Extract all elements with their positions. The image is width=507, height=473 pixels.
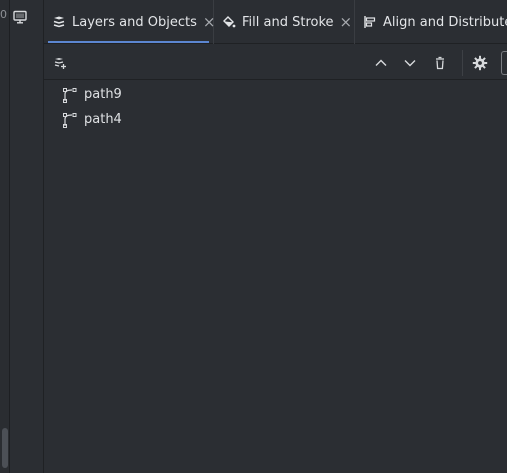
tree-item-label: path4 [84,112,122,127]
dialog-tab-bar: Layers and Objects × Fill and Stroke × A… [44,0,507,44]
tab-label: Layers and Objects [72,14,197,30]
toolbar-separator [462,50,463,76]
tab-align-and-distribute[interactable]: Align and Distribute [355,0,507,44]
panel-edge-glyph: 0 [0,8,7,21]
paint-bucket-icon [222,15,236,29]
tab-fill-and-stroke[interactable]: Fill and Stroke × [214,0,355,44]
dock-column [10,0,44,473]
move-up-icon[interactable] [371,53,391,73]
close-icon[interactable]: × [340,14,353,30]
objects-tree: path9 path4 [44,81,507,473]
delete-icon[interactable] [430,53,450,73]
toolbar-overflow-control[interactable] [501,51,507,75]
settings-icon[interactable] [470,53,490,73]
path-icon [62,87,78,103]
tree-item-path4[interactable]: path4 [44,107,507,132]
scrollbar-thumb[interactable] [2,428,8,468]
objects-toolbar [44,45,507,80]
path-icon [62,112,78,128]
tree-item-path9[interactable]: path9 [44,82,507,107]
monitor-icon[interactable] [12,9,28,29]
layers-icon [52,15,66,29]
align-icon [363,15,377,29]
tab-label: Align and Distribute [383,14,507,30]
add-layer-icon[interactable] [50,53,70,73]
tree-item-label: path9 [84,87,122,102]
tab-label: Fill and Stroke [242,14,334,30]
previous-panel-strip: 0 [0,0,10,473]
tab-layers-and-objects[interactable]: Layers and Objects × [44,0,215,44]
move-down-icon[interactable] [400,53,420,73]
